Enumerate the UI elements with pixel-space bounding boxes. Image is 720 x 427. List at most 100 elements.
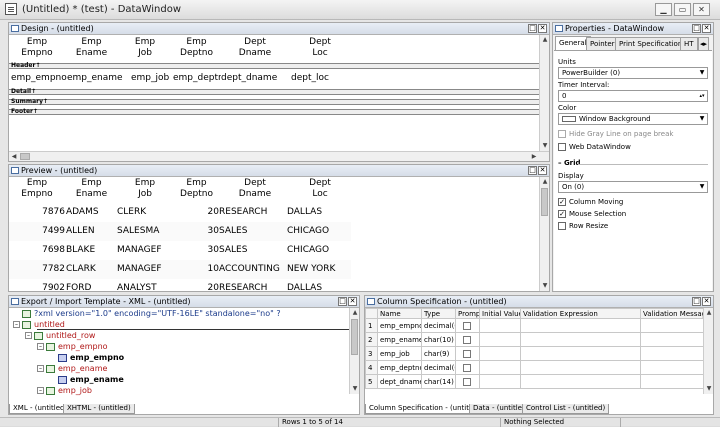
- header-band[interactable]: Header↑: [9, 63, 541, 69]
- scroll-up-icon[interactable]: ▲: [540, 177, 549, 187]
- column-field[interactable]: dept_loc: [291, 73, 351, 83]
- preview-vscroll-thumb[interactable]: [541, 188, 548, 216]
- column-field[interactable]: dept_dname: [221, 73, 291, 83]
- summary-band[interactable]: Summary↑: [9, 99, 541, 105]
- tree-node[interactable]: emp_ename: [49, 375, 124, 384]
- hide-gray-line-checkbox[interactable]: [558, 130, 566, 138]
- mouse-selection-checkbox[interactable]: ✓: [558, 210, 566, 218]
- colspec-maximize-icon[interactable]: □: [692, 297, 701, 306]
- tab-print-specifications[interactable]: Print Specifications: [615, 37, 690, 50]
- table-row[interactable]: 5 dept_dname char(14): [365, 374, 704, 389]
- column-type-cell[interactable]: decimal(0): [421, 360, 456, 375]
- prompt-cell[interactable]: [455, 346, 480, 361]
- expand-toggle-icon[interactable]: –: [37, 365, 44, 372]
- prompt-cell[interactable]: [455, 374, 480, 389]
- colspec-close-icon[interactable]: ✕: [702, 297, 711, 306]
- tab-xhtml[interactable]: XHTML - (untitled): [63, 404, 135, 414]
- column-type-cell[interactable]: char(9): [421, 346, 456, 361]
- footer-band[interactable]: Footer↑: [9, 109, 541, 115]
- column-field[interactable]: emp_ename: [67, 73, 131, 83]
- prompt-cell[interactable]: [455, 318, 480, 333]
- initial-value-cell[interactable]: [479, 332, 521, 347]
- tab-pointer[interactable]: Pointer: [586, 37, 619, 50]
- tree-node[interactable]: – emp_ename: [37, 364, 107, 373]
- expand-toggle-icon[interactable]: –: [37, 387, 44, 394]
- prompt-checkbox[interactable]: [463, 335, 471, 344]
- close-button[interactable]: ✕: [693, 3, 710, 16]
- table-row[interactable]: 1emp_empnodecimal(0): [365, 318, 704, 333]
- column-type-cell[interactable]: char(10): [421, 332, 456, 347]
- column-moving-checkbox[interactable]: ✓: [558, 198, 566, 206]
- preview-vertical-scrollbar[interactable]: ▲ ▼: [539, 177, 549, 291]
- tab-html[interactable]: HT: [680, 37, 698, 50]
- prompt-checkbox[interactable]: [463, 363, 471, 372]
- validation-expression-cell[interactable]: [520, 332, 641, 347]
- minimize-button[interactable]: ▁: [655, 3, 672, 16]
- column-name-cell[interactable]: dept_dname: [377, 374, 422, 389]
- tree-node[interactable]: – emp_empno: [37, 342, 108, 351]
- design-horizontal-scrollbar[interactable]: ◀ ▶: [9, 151, 549, 161]
- column-name-cell[interactable]: emp_ename: [377, 332, 422, 347]
- initial-value-cell[interactable]: [479, 346, 521, 361]
- initial-value-cell[interactable]: [479, 318, 521, 333]
- column-name-cell[interactable]: emp_job: [377, 346, 422, 361]
- prompt-checkbox[interactable]: [463, 377, 471, 386]
- scroll-up-icon[interactable]: ▲: [540, 35, 549, 45]
- color-dropdown[interactable]: Window Background ▼: [558, 113, 708, 125]
- table-row[interactable]: 7782 CLARK MANAGEF 10 ACCOUNTING NEW YORK: [9, 260, 351, 279]
- tree-node[interactable]: – emp_job: [37, 386, 92, 395]
- xml-maximize-icon[interactable]: □: [338, 297, 347, 306]
- scroll-down-icon[interactable]: ▼: [704, 384, 713, 394]
- validation-expression-cell[interactable]: [520, 346, 641, 361]
- column-type-cell[interactable]: char(14): [421, 374, 456, 389]
- tab-scroll-arrows-icon[interactable]: ◂▸: [698, 37, 710, 50]
- initial-value-cell[interactable]: [479, 360, 521, 375]
- validation-expression-cell[interactable]: [520, 374, 641, 389]
- column-field[interactable]: emp_job: [131, 73, 173, 83]
- tree-node[interactable]: emp_empno: [49, 353, 124, 362]
- tree-node[interactable]: ?xml version="1.0" encoding="UTF-16LE" s…: [13, 309, 281, 318]
- scroll-down-icon[interactable]: ▼: [540, 141, 549, 151]
- table-row[interactable]: 4emp_deptnodecimal(0): [365, 360, 704, 375]
- design-hscroll-thumb[interactable]: [20, 153, 30, 160]
- tree-node[interactable]: – untitled: [13, 320, 65, 329]
- validation-message-cell[interactable]: [640, 374, 704, 389]
- tab-control-list[interactable]: Control List - (untitled): [522, 404, 610, 414]
- prompt-cell[interactable]: [455, 360, 480, 375]
- scroll-down-icon[interactable]: ▼: [540, 281, 549, 291]
- preview-maximize-icon[interactable]: □: [528, 166, 537, 175]
- expand-toggle-icon[interactable]: –: [37, 343, 44, 350]
- timer-interval-input[interactable]: 0 ▴▾: [558, 90, 708, 102]
- column-field[interactable]: emp_deptno: [173, 73, 221, 83]
- validation-message-cell[interactable]: [640, 318, 704, 333]
- display-dropdown[interactable]: On (0) ▼: [558, 181, 708, 193]
- prompt-checkbox[interactable]: [463, 349, 471, 358]
- tab-xml[interactable]: XML - (untitled): [9, 404, 72, 414]
- scroll-down-icon[interactable]: ▼: [350, 384, 359, 394]
- units-dropdown[interactable]: PowerBuilder (0) ▼: [558, 67, 708, 79]
- validation-expression-cell[interactable]: [520, 318, 641, 333]
- scroll-left-icon[interactable]: ◀: [9, 152, 19, 161]
- detail-band[interactable]: Detail↑: [9, 89, 541, 95]
- design-vertical-scrollbar[interactable]: ▲ ▼: [539, 35, 549, 151]
- scroll-up-icon[interactable]: ▲: [350, 308, 359, 318]
- validation-expression-cell[interactable]: [520, 360, 641, 375]
- expand-toggle-icon[interactable]: –: [13, 321, 20, 328]
- colspec-vertical-scrollbar[interactable]: ▲ ▼: [703, 308, 713, 394]
- scroll-right-icon[interactable]: ▶: [529, 152, 539, 161]
- properties-maximize-icon[interactable]: □: [692, 24, 701, 33]
- prompt-checkbox[interactable]: [463, 321, 471, 330]
- properties-close-icon[interactable]: ✕: [702, 24, 711, 33]
- column-type-cell[interactable]: decimal(0): [421, 318, 456, 333]
- prompt-cell[interactable]: [455, 332, 480, 347]
- scroll-up-icon[interactable]: ▲: [704, 308, 713, 318]
- xml-vertical-scrollbar[interactable]: ▲ ▼: [349, 308, 359, 394]
- table-row[interactable]: 7499 ALLEN SALESMA 30 SALES CHICAGO: [9, 222, 351, 241]
- spin-icon[interactable]: ▴▾: [698, 92, 706, 100]
- expand-toggle-icon[interactable]: –: [25, 332, 32, 339]
- validation-message-cell[interactable]: [640, 332, 704, 347]
- table-row[interactable]: 7902 FORD ANALYST 20 RESEARCH DALLAS: [9, 279, 351, 291]
- table-row[interactable]: 7698 BLAKE MANAGEF 30 SALES CHICAGO: [9, 241, 351, 260]
- initial-value-cell[interactable]: [479, 374, 521, 389]
- column-name-cell[interactable]: emp_deptno: [377, 360, 422, 375]
